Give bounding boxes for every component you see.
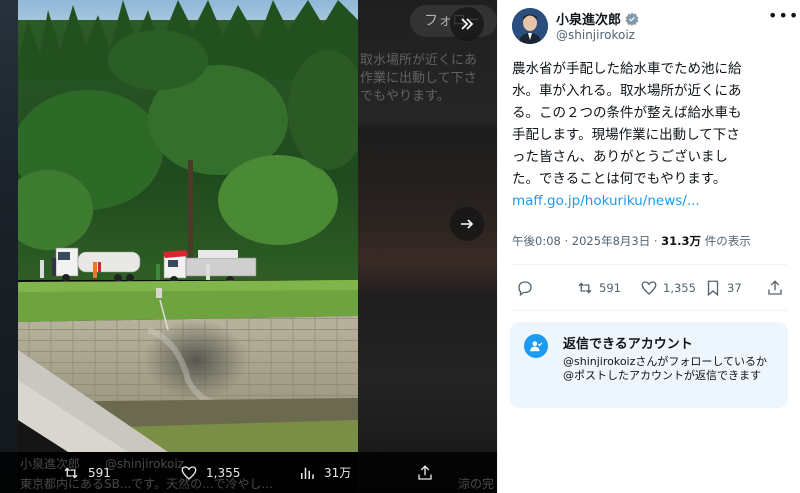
media-viewer: 取水場所が近くにあ 作業に出動して下さ でもやります。 小泉進次郎 @shinj… (0, 0, 497, 493)
divider (512, 264, 787, 265)
tweet-link[interactable]: maff.go.jp/hokuriku/news/... (512, 190, 796, 212)
heart-icon (181, 465, 197, 480)
like-count: 1,355 (663, 281, 696, 295)
reply-restriction-notice: 返信できるアカウント @shinjirokoizさんがフォローしているか@ポスト… (510, 322, 788, 408)
share-icon (418, 464, 432, 480)
heart-icon (641, 281, 657, 295)
avatar[interactable] (512, 8, 548, 44)
reply-restriction-title: 返信できるアカウント (563, 337, 693, 352)
media-action-bar: 小泉進次郎 @shinjirokoiz 東京都内にあるSB...です。天然の..… (0, 452, 497, 493)
tweet-text-line: 農水省が手配した給水車でため池に給 (512, 61, 742, 77)
background-author-handle: @shinjirokoiz (105, 457, 184, 471)
meta-separator: · (653, 234, 658, 248)
background-post-text-end: 涼の完 (458, 477, 495, 491)
double-chevron-right-icon (461, 18, 474, 30)
author-handle[interactable]: @shinjirokoiz (556, 28, 635, 42)
divider (512, 310, 787, 311)
share-icon (768, 280, 782, 295)
bookmark-icon (707, 280, 719, 297)
bookmark-button[interactable]: 37 (704, 279, 742, 297)
tweet-metadata: 午後0:08 · 2025年8月3日 · 31.3万 件の表示 (512, 233, 751, 249)
reply-restriction-body: @shinjirokoizさんがフォローしているか@ポストしたアカウントが返信で… (563, 355, 768, 382)
reply-button[interactable] (516, 279, 539, 297)
tweet-text-line: 水。車が入れる。取水場所が近くにあ (512, 83, 742, 99)
reply-bubble-icon (518, 281, 532, 297)
tweet-text-line: 手配します。現場作業に出動して下さ (512, 127, 740, 143)
more-options-icon[interactable]: ••• (768, 6, 799, 25)
arrow-right-icon (461, 219, 474, 229)
views-label: 件の表示 (704, 234, 751, 248)
person-check-icon (524, 334, 548, 358)
expand-panel-button[interactable] (450, 7, 484, 41)
author-name[interactable]: 小泉進次郎 (556, 9, 639, 28)
view-count: 31万 (324, 466, 352, 480)
background-text-line: でもやります。 (360, 89, 450, 104)
share-button[interactable] (766, 279, 789, 297)
views-button[interactable]: 31万 (298, 452, 351, 493)
retweet-icon (578, 282, 592, 294)
tweet-time[interactable]: 午後0:08 (512, 234, 561, 248)
author-name-text: 小泉進次郎 (556, 13, 622, 28)
bookmark-count: 37 (727, 281, 742, 295)
tweet-text-line: た。できることは何でもやります。 (512, 171, 727, 187)
share-button[interactable] (416, 452, 442, 493)
retweet-count: 591 (599, 281, 621, 295)
retweet-button[interactable]: 591 (576, 279, 621, 297)
background-text-line: 取水場所が近くにあ (360, 53, 478, 68)
retweet-button[interactable]: 591 (62, 452, 111, 493)
background-text-line: 作業に出動して下さ (360, 71, 477, 86)
tweet-date[interactable]: 2025年8月3日 (572, 234, 650, 248)
views-count: 31.3万 (661, 234, 702, 248)
tweet-text-line: る。この２つの条件が整えば給水車も (512, 105, 742, 121)
like-count: 1,355 (206, 465, 241, 480)
tweet-photo[interactable] (18, 0, 358, 452)
tweet-actions: 591 1,355 37 (498, 271, 800, 307)
meta-separator: · (564, 234, 569, 248)
tweet-text: 農水省が手配した給水車でため池に給 水。車が入れる。取水場所が近くにあ る。この… (512, 58, 796, 212)
retweet-count: 591 (88, 465, 111, 480)
like-button[interactable]: 1,355 (640, 279, 696, 297)
verified-badge-icon (625, 12, 639, 26)
like-button[interactable]: 1,355 (180, 452, 240, 493)
bar-chart-icon (301, 467, 314, 479)
tweet-detail-panel: 小泉進次郎 @shinjirokoiz ••• 農水省が手配した給水車でため池に… (497, 0, 800, 493)
next-image-button[interactable] (450, 207, 484, 241)
tweet-text-line: った皆さん、ありがとうございまし (512, 149, 728, 165)
retweet-icon (64, 467, 78, 478)
